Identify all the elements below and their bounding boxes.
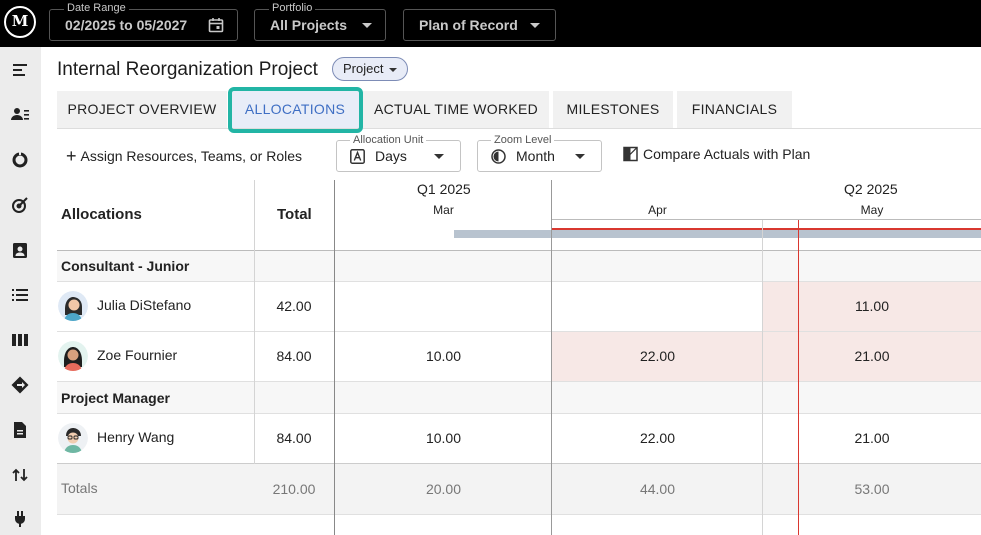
plug-icon[interactable]	[10, 509, 30, 529]
allocation-cell[interactable]: 11.00	[763, 298, 981, 314]
list-icon[interactable]	[10, 285, 30, 305]
allocation-cell[interactable]: 22.00	[552, 430, 763, 446]
month-total: 53.00	[854, 481, 890, 497]
month-label: Apr	[648, 203, 667, 217]
allocation-cell[interactable]: 10.00	[335, 348, 552, 364]
allocation-cell[interactable]: 22.00	[552, 348, 763, 364]
avatar[interactable]	[58, 291, 88, 321]
row-divider	[57, 413, 981, 414]
compare-actuals-label: Compare Actuals with Plan	[643, 146, 811, 162]
zoom-level-icon	[491, 149, 506, 164]
allocations-column-header: Allocations	[61, 206, 142, 223]
row-divider	[57, 514, 981, 515]
row-total: 84.00	[276, 430, 312, 446]
tab-milestones[interactable]: MILESTONES	[553, 91, 673, 128]
assign-resources-label: Assign Resources, Teams, or Roles	[80, 148, 303, 164]
timeline-today-marker	[551, 228, 981, 230]
avatar[interactable]	[58, 341, 88, 371]
today-line	[798, 220, 799, 535]
month-label: May	[860, 203, 884, 217]
plan-select[interactable]: Plan of Record	[403, 9, 556, 41]
avatar[interactable]	[58, 423, 88, 453]
people-list-icon[interactable]	[10, 105, 30, 125]
quarter-label: Q1 2025	[417, 181, 471, 197]
date-range-value: 02/2025 to 05/2027	[65, 17, 188, 33]
plus-icon: +	[66, 146, 77, 166]
zoom-level-label: Zoom Level	[491, 134, 555, 146]
letter-a-box-icon	[350, 149, 365, 164]
column-divider	[762, 220, 763, 535]
project-type-label: Project	[343, 61, 384, 76]
allocation-cell[interactable]: 21.00	[763, 348, 981, 364]
tabs-divider	[57, 128, 981, 129]
tab-actual-time-worked[interactable]: ACTUAL TIME WORKED	[363, 91, 549, 128]
group-row	[57, 251, 981, 281]
project-type-chip[interactable]: Project	[332, 57, 409, 81]
document-icon[interactable]	[10, 420, 30, 440]
tab-project-overview[interactable]: PROJECT OVERVIEW	[57, 91, 227, 128]
chevron-down-icon	[530, 23, 540, 28]
resource-name[interactable]: Henry Wang	[97, 429, 174, 445]
allocations-grid: Allocations Total Q1 2025 Q2 2025 Mar Ap…	[57, 180, 981, 535]
month-total: 20.00	[425, 481, 462, 497]
portfolio-select[interactable]: Portfolio All Projects	[254, 1, 386, 41]
menu-collapse-icon[interactable]	[10, 60, 30, 80]
allocation-unit-label: Allocation Unit	[350, 134, 427, 146]
roadmap-icon[interactable]	[10, 375, 30, 395]
column-divider	[551, 180, 552, 535]
app-logo[interactable]: M	[4, 6, 36, 38]
contact-badge-icon[interactable]	[10, 240, 30, 260]
resource-name[interactable]: Julia DiStefano	[97, 297, 191, 313]
column-divider	[334, 180, 335, 535]
group-row	[57, 382, 981, 413]
left-nav-rail	[0, 47, 41, 535]
portfolio-value: All Projects	[270, 17, 348, 33]
top-bar: M Date Range 02/2025 to 05/2027 Portfoli…	[0, 0, 981, 47]
month-total: 44.00	[639, 481, 676, 497]
month-header-divider	[551, 219, 981, 220]
plan-value: Plan of Record	[419, 17, 518, 33]
chevron-down-icon	[434, 154, 444, 159]
group-name: Project Manager	[61, 390, 170, 406]
compare-actuals-button[interactable]: Compare Actuals with Plan	[623, 146, 810, 162]
resource-name[interactable]: Zoe Fournier	[97, 347, 177, 363]
zoom-level-value: Month	[516, 148, 555, 164]
date-range-label: Date Range	[64, 1, 129, 15]
donut-chart-icon[interactable]	[10, 150, 30, 170]
compare-icon	[623, 146, 638, 162]
zoom-level-select[interactable]: Zoom Level Month	[477, 134, 602, 172]
chevron-down-icon	[575, 154, 585, 159]
total-column-header: Total	[277, 206, 312, 223]
allocation-cell[interactable]: 10.00	[335, 430, 552, 446]
columns-icon[interactable]	[10, 330, 30, 350]
quarter-label: Q2 2025	[844, 181, 898, 197]
allocation-unit-value: Days	[375, 148, 407, 164]
month-label: Mar	[433, 203, 454, 217]
row-total: 42.00	[276, 298, 312, 314]
group-name: Consultant - Junior	[61, 258, 190, 274]
date-range-field[interactable]: Date Range 02/2025 to 05/2027	[49, 1, 238, 41]
column-divider	[254, 180, 255, 464]
chevron-down-icon	[389, 67, 398, 72]
row-total: 84.00	[276, 348, 312, 364]
totals-label: Totals	[61, 480, 98, 496]
chevron-down-icon	[362, 23, 372, 28]
allocation-cell[interactable]: 21.00	[763, 430, 981, 446]
calendar-icon[interactable]	[208, 17, 224, 33]
portfolio-label: Portfolio	[269, 1, 316, 15]
allocation-unit-select[interactable]: Allocation Unit Days	[336, 134, 461, 172]
tab-financials[interactable]: FINANCIALS	[677, 91, 792, 128]
transfer-arrows-icon[interactable]	[10, 465, 30, 485]
assign-resources-button[interactable]: + Assign Resources, Teams, or Roles	[66, 146, 302, 167]
tab-highlight-outline	[228, 87, 363, 133]
project-title: Internal Reorganization Project	[57, 59, 318, 80]
target-icon[interactable]	[10, 195, 30, 215]
project-timeline-bar	[454, 230, 981, 238]
grand-total: 210.00	[272, 481, 316, 497]
